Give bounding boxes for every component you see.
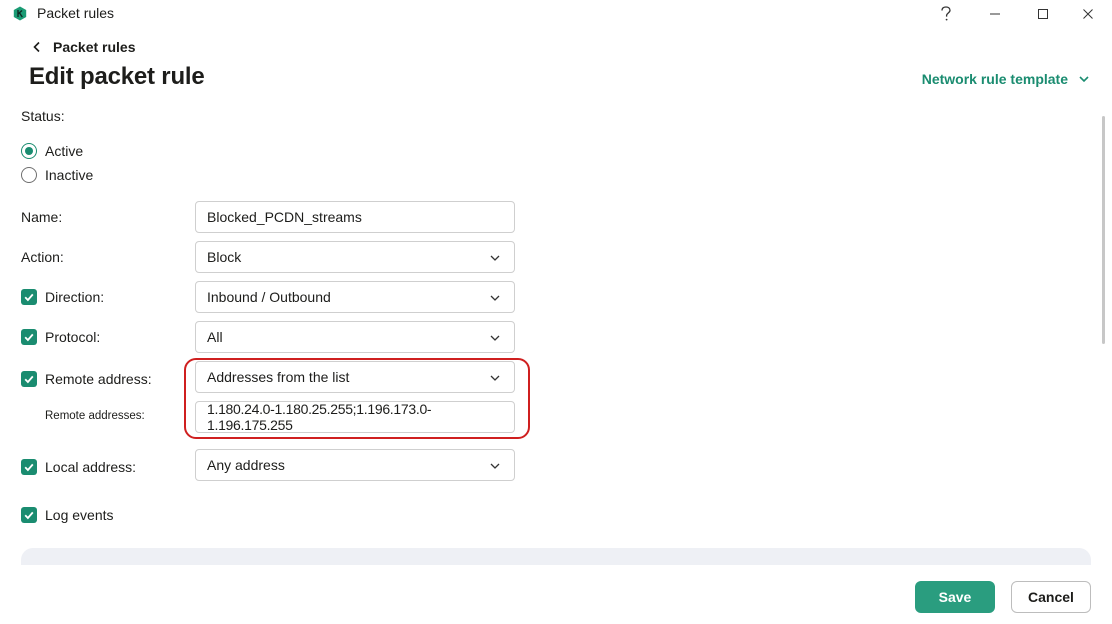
radio-unchecked-icon (21, 167, 37, 183)
chevron-down-icon (490, 463, 500, 469)
protocol-select[interactable]: All (195, 321, 515, 353)
checkmark-icon (21, 371, 37, 387)
remote-address-checkbox[interactable]: Remote address: (21, 370, 152, 388)
chevron-left-icon (33, 41, 40, 53)
checkmark-icon (21, 507, 37, 523)
remote-addresses-field[interactable]: 1.180.24.0-1.180.25.255;1.196.173.0-1.19… (195, 401, 515, 433)
template-link-label: Network rule template (921, 71, 1068, 87)
direction-label: Direction: (45, 289, 105, 305)
title-bar: Packet rules (0, 0, 1112, 28)
back-link[interactable]: Packet rules (30, 38, 136, 56)
radio-checked-icon (21, 143, 37, 159)
chevron-down-icon (490, 375, 500, 381)
chevron-down-icon (490, 335, 500, 341)
save-button[interactable]: Save (915, 581, 995, 613)
action-select[interactable]: Block (195, 241, 515, 273)
chevron-down-icon (490, 255, 500, 261)
remote-address-value: Addresses from the list (207, 369, 350, 385)
minimize-button[interactable] (971, 0, 1019, 28)
protocol-checkbox[interactable]: Protocol: (21, 328, 100, 346)
name-label: Name: (21, 209, 63, 225)
local-address-label: Local address: (45, 459, 137, 475)
chevron-down-icon (490, 295, 500, 301)
window-title: Packet rules (37, 5, 115, 21)
maximize-button[interactable] (1019, 0, 1067, 28)
direction-select[interactable]: Inbound / Outbound (195, 281, 515, 313)
protocol-label: Protocol: (45, 329, 101, 345)
status-active-label: Active (45, 143, 84, 159)
back-link-label: Packet rules (53, 39, 136, 55)
cancel-button[interactable]: Cancel (1011, 581, 1091, 613)
checkmark-icon (21, 289, 37, 305)
app-logo-icon (13, 6, 27, 21)
minimize-icon (990, 13, 1000, 15)
action-value: Block (207, 249, 242, 265)
status-active-radio[interactable]: Active (21, 142, 83, 160)
local-address-select[interactable]: Any address (195, 449, 515, 481)
question-icon (941, 6, 951, 21)
status-inactive-radio[interactable]: Inactive (21, 166, 93, 184)
help-button[interactable] (922, 0, 970, 28)
local-address-checkbox[interactable]: Local address: (21, 458, 136, 476)
close-icon (1083, 9, 1093, 19)
checkmark-icon (21, 459, 37, 475)
direction-value: Inbound / Outbound (207, 289, 331, 305)
remote-address-label: Remote address: (45, 371, 152, 387)
log-events-checkbox[interactable]: Log events (21, 506, 114, 524)
maximize-icon (1038, 9, 1048, 19)
scrollbar[interactable] (1102, 116, 1105, 344)
local-address-value: Any address (207, 457, 285, 473)
status-label: Status: (21, 108, 65, 124)
remote-address-select[interactable]: Addresses from the list (195, 361, 515, 393)
name-field[interactable]: Blocked_PCDN_streams (195, 201, 515, 233)
action-label: Action: (21, 249, 64, 265)
remote-addresses-value: 1.180.24.0-1.180.25.255;1.196.173.0-1.19… (207, 401, 432, 433)
status-inactive-label: Inactive (45, 167, 94, 183)
log-events-label: Log events (45, 507, 114, 523)
name-value: Blocked_PCDN_streams (207, 209, 362, 225)
remote-addresses-label: Remote addresses: (45, 410, 145, 422)
network-rule-template-dropdown[interactable]: Network rule template (922, 70, 1090, 88)
direction-checkbox[interactable]: Direction: (21, 288, 104, 306)
checkmark-icon (21, 329, 37, 345)
page-title: Edit packet rule (29, 63, 205, 90)
chevron-down-icon (1079, 76, 1089, 83)
protocol-value: All (207, 329, 223, 345)
close-button[interactable] (1064, 0, 1112, 28)
